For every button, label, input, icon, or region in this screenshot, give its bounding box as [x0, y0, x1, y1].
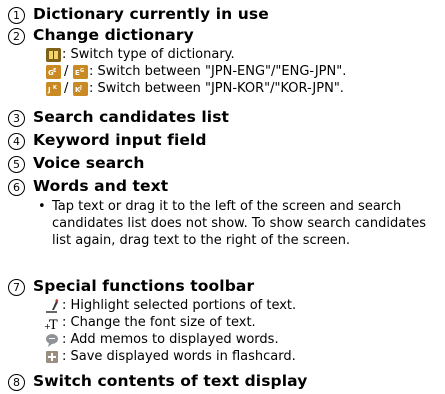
- number-badge: 2: [8, 28, 25, 45]
- item-special-functions: 7 Special functions toolbar : Highlight …: [0, 276, 445, 366]
- item-switch-contents: 8 Switch contents of text display: [0, 371, 445, 393]
- number-badge: 1: [8, 7, 25, 24]
- item-search-candidates: 3 Search candidates list: [0, 107, 445, 129]
- highlighter-pen-icon: [44, 298, 60, 314]
- number-badge: 6: [8, 179, 25, 196]
- sub-description: : Switch between "JPN-KOR"/"KOR-JPN".: [89, 81, 344, 96]
- item-title: Special functions toolbar: [33, 277, 255, 295]
- svg-text:J: J: [79, 85, 82, 91]
- number-badge: 5: [8, 156, 25, 173]
- item-title: Dictionary currently in use: [33, 5, 269, 23]
- separator-slash: /: [64, 81, 69, 96]
- sub-description: : Highlight selected portions of text.: [62, 298, 297, 313]
- number-badge: 3: [8, 110, 25, 127]
- paragraph-text: Tap text or drag it to the left of the s…: [52, 199, 427, 248]
- language-swap-icon: JK: [46, 82, 61, 96]
- svg-text:T: T: [49, 318, 58, 331]
- language-swap-icon: EG: [73, 65, 88, 79]
- number-badge: 8: [8, 374, 25, 391]
- svg-text:G: G: [80, 68, 84, 74]
- item-title: Search candidates list: [33, 108, 230, 126]
- number-badge: 7: [8, 279, 25, 296]
- sub-description: : Add memos to displayed words.: [62, 332, 279, 347]
- flashcard-icon: [44, 349, 60, 365]
- item-keyword-input: 4 Keyword input field: [0, 130, 445, 152]
- item-title: Keyword input field: [33, 131, 207, 149]
- item-change-dictionary: 2 Change dictionary : Switch type of dic…: [0, 25, 445, 98]
- sub-description: : Switch type of dictionary.: [62, 47, 235, 62]
- sub-description: : Save displayed words in flashcard.: [62, 349, 296, 364]
- language-swap-icon: KJ: [73, 82, 88, 96]
- svg-text:J: J: [47, 86, 51, 94]
- svg-text:E: E: [53, 68, 57, 74]
- item-title: Voice search: [33, 154, 145, 172]
- sub-description: : Switch between "JPN-ENG"/"ENG-JPN".: [89, 64, 347, 79]
- item-voice-search: 5 Voice search: [0, 153, 445, 175]
- item-title: Change dictionary: [33, 26, 194, 44]
- item-title: Words and text: [33, 177, 169, 195]
- number-badge: 4: [8, 133, 25, 150]
- memo-bubble-icon: [44, 332, 60, 348]
- font-size-icon: + T: [44, 315, 60, 333]
- item-dictionary-in-use: 1 Dictionary currently in use: [0, 4, 445, 26]
- item-paragraph: • Tap text or drag it to the left of the…: [0, 198, 445, 249]
- item-title: Switch contents of text display: [33, 372, 308, 390]
- item-words-and-text: 6 Words and text • Tap text or drag it t…: [0, 176, 445, 249]
- sub-description: : Change the font size of text.: [62, 315, 256, 330]
- language-swap-icon: GE: [46, 65, 61, 79]
- bullet-marker: •: [38, 199, 46, 214]
- separator-slash: /: [64, 64, 69, 79]
- dictionary-book-icon: [46, 48, 61, 62]
